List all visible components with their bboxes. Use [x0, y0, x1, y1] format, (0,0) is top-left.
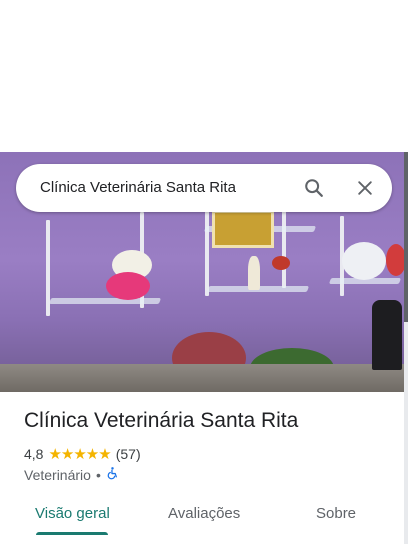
scrollbar-thumb[interactable] — [404, 152, 408, 322]
flower-pot — [106, 272, 150, 300]
search-icon[interactable] — [302, 176, 326, 200]
wheelchair-icon — [106, 466, 119, 483]
wall-frame — [212, 210, 274, 248]
active-tab-indicator — [36, 532, 108, 535]
flower-vase — [272, 256, 290, 270]
tab-overview[interactable]: Visão geral — [35, 505, 110, 522]
tab-reviews[interactable]: Avaliações — [168, 505, 240, 522]
tab-about[interactable]: Sobre — [316, 505, 356, 522]
tab-bar: Visão geral Avaliações Sobre — [0, 494, 404, 544]
separator: • — [95, 466, 101, 483]
close-icon[interactable] — [353, 176, 377, 200]
star-rating-icon: ★★★★★ — [48, 446, 111, 463]
chair — [372, 300, 402, 370]
search-bar[interactable]: Clínica Veterinária Santa Rita — [16, 164, 392, 212]
rating-row[interactable]: 4,8 ★★★★★ (57) — [24, 445, 141, 463]
search-input[interactable]: Clínica Veterinária Santa Rita — [40, 179, 236, 196]
category-row: Veterinário • — [24, 466, 119, 483]
flower-pot — [386, 244, 404, 276]
flower-arrangement — [342, 242, 386, 280]
statue — [248, 256, 260, 290]
place-title: Clínica Veterinária Santa Rita — [24, 409, 299, 432]
wall-rail — [205, 204, 209, 296]
category-label: Veterinário — [24, 466, 91, 483]
floor — [0, 364, 404, 392]
wall-rail — [282, 200, 286, 288]
review-count[interactable]: (57) — [116, 446, 141, 462]
glass-shelf — [48, 298, 162, 304]
rating-value: 4,8 — [24, 446, 44, 462]
